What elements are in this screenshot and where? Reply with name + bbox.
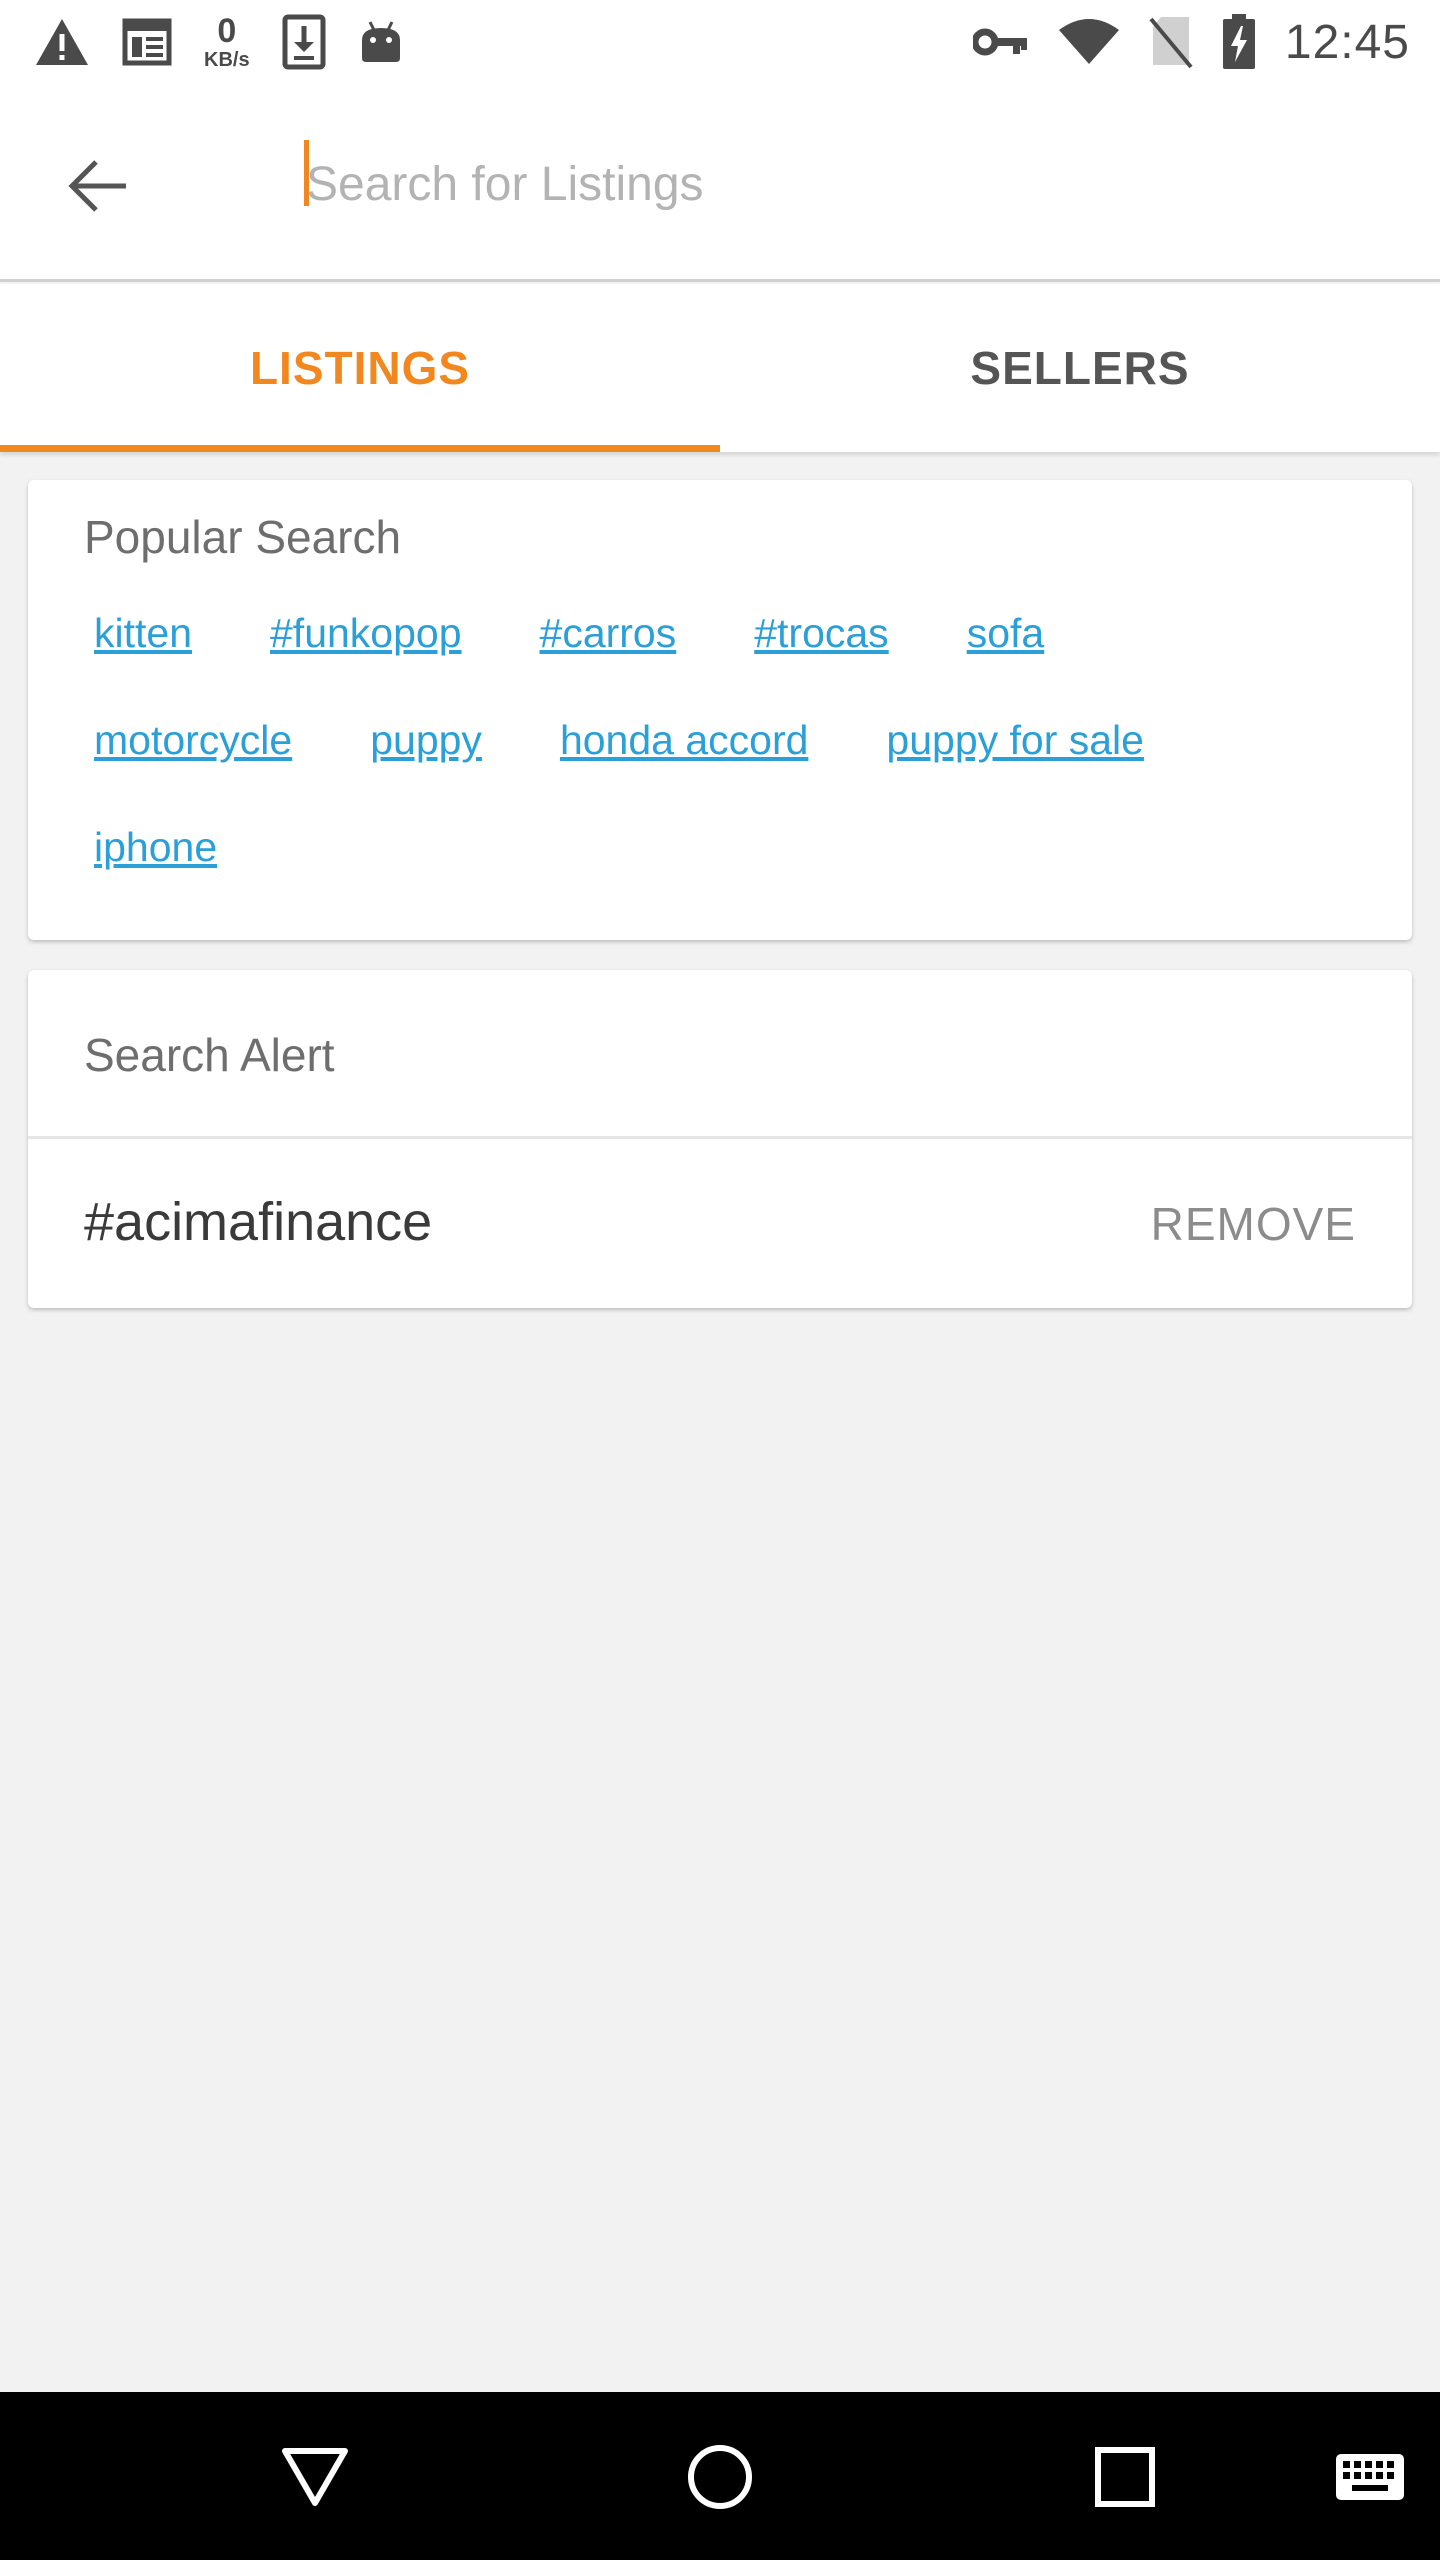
tab-bar: LISTINGS SELLERS <box>0 284 1440 452</box>
text-cursor <box>304 140 309 206</box>
keyboard-icon <box>1336 2454 1404 2500</box>
popular-search-title: Popular Search <box>84 511 402 563</box>
back-triangle-icon <box>282 2448 348 2506</box>
wifi-icon <box>1058 19 1119 64</box>
search-alert-item: #acimafinance REMOVE <box>28 1139 1412 1308</box>
download-icon <box>282 14 326 70</box>
home-circle-icon <box>688 2445 752 2509</box>
network-speed-unit: KB/s <box>204 49 250 71</box>
tab-listings[interactable]: LISTINGS <box>0 284 720 452</box>
network-speed-value: 0 <box>217 12 237 50</box>
popular-search-tag[interactable]: #funkopop <box>270 600 462 657</box>
popular-search-tag[interactable]: honda accord <box>560 707 808 764</box>
status-bar-left: 0 KB/s <box>34 14 436 70</box>
news-icon <box>122 18 172 66</box>
android-icon <box>361 21 400 62</box>
status-bar-time: 12:45 <box>1284 15 1410 69</box>
popular-search-tag[interactable]: #trocas <box>754 600 888 657</box>
tag-row: iphone <box>94 814 1374 921</box>
vpn-key-icon <box>972 28 1027 56</box>
battery-charging-icon <box>1222 14 1255 69</box>
tag-row: motorcycle puppy honda accord puppy for … <box>94 707 1374 814</box>
arrow-back-icon <box>68 160 126 212</box>
popular-search-tag[interactable]: motorcycle <box>94 707 292 764</box>
network-speed: 0 KB/s <box>204 14 250 70</box>
back-button[interactable] <box>60 148 136 224</box>
tab-sellers[interactable]: SELLERS <box>720 284 1440 452</box>
status-bar: 0 KB/s 12:45 <box>0 0 1440 84</box>
popular-search-tag[interactable]: #carros <box>540 600 677 657</box>
remove-button[interactable]: REMOVE <box>1151 1197 1356 1251</box>
search-alert-title: Search Alert <box>84 1029 335 1081</box>
popular-search-tag[interactable]: kitten <box>94 600 192 657</box>
status-bar-right: 12:45 <box>945 14 1410 70</box>
popular-search-card: Popular Search kitten #funkopop #carros … <box>28 480 1412 940</box>
popular-search-tag[interactable]: puppy <box>370 707 482 764</box>
warning-icon <box>36 19 88 65</box>
search-alert-term: #acimafinance <box>84 1192 433 1252</box>
nav-back-button[interactable] <box>270 2432 360 2522</box>
popular-search-tag[interactable]: puppy for sale <box>886 707 1144 764</box>
recents-square-icon <box>1095 2447 1155 2507</box>
nav-home-button[interactable] <box>675 2432 765 2522</box>
popular-search-tag[interactable]: sofa <box>967 600 1045 657</box>
no-sim-icon <box>1149 17 1193 69</box>
navigation-bar <box>0 2392 1440 2560</box>
popular-search-tags: kitten #funkopop #carros #trocas sofa mo… <box>94 600 1374 921</box>
tag-row: kitten #funkopop #carros #trocas sofa <box>94 600 1374 707</box>
screen: 0 KB/s 12:45 Search for Listings LISTING… <box>0 0 1440 2560</box>
popular-search-tag[interactable]: iphone <box>94 814 217 871</box>
search-header <box>0 84 1440 282</box>
nav-recents-button[interactable] <box>1080 2432 1170 2522</box>
search-alert-card: Search Alert #acimafinance REMOVE <box>28 970 1412 1308</box>
nav-keyboard-button[interactable] <box>1330 2432 1410 2522</box>
search-input[interactable] <box>304 134 1384 234</box>
